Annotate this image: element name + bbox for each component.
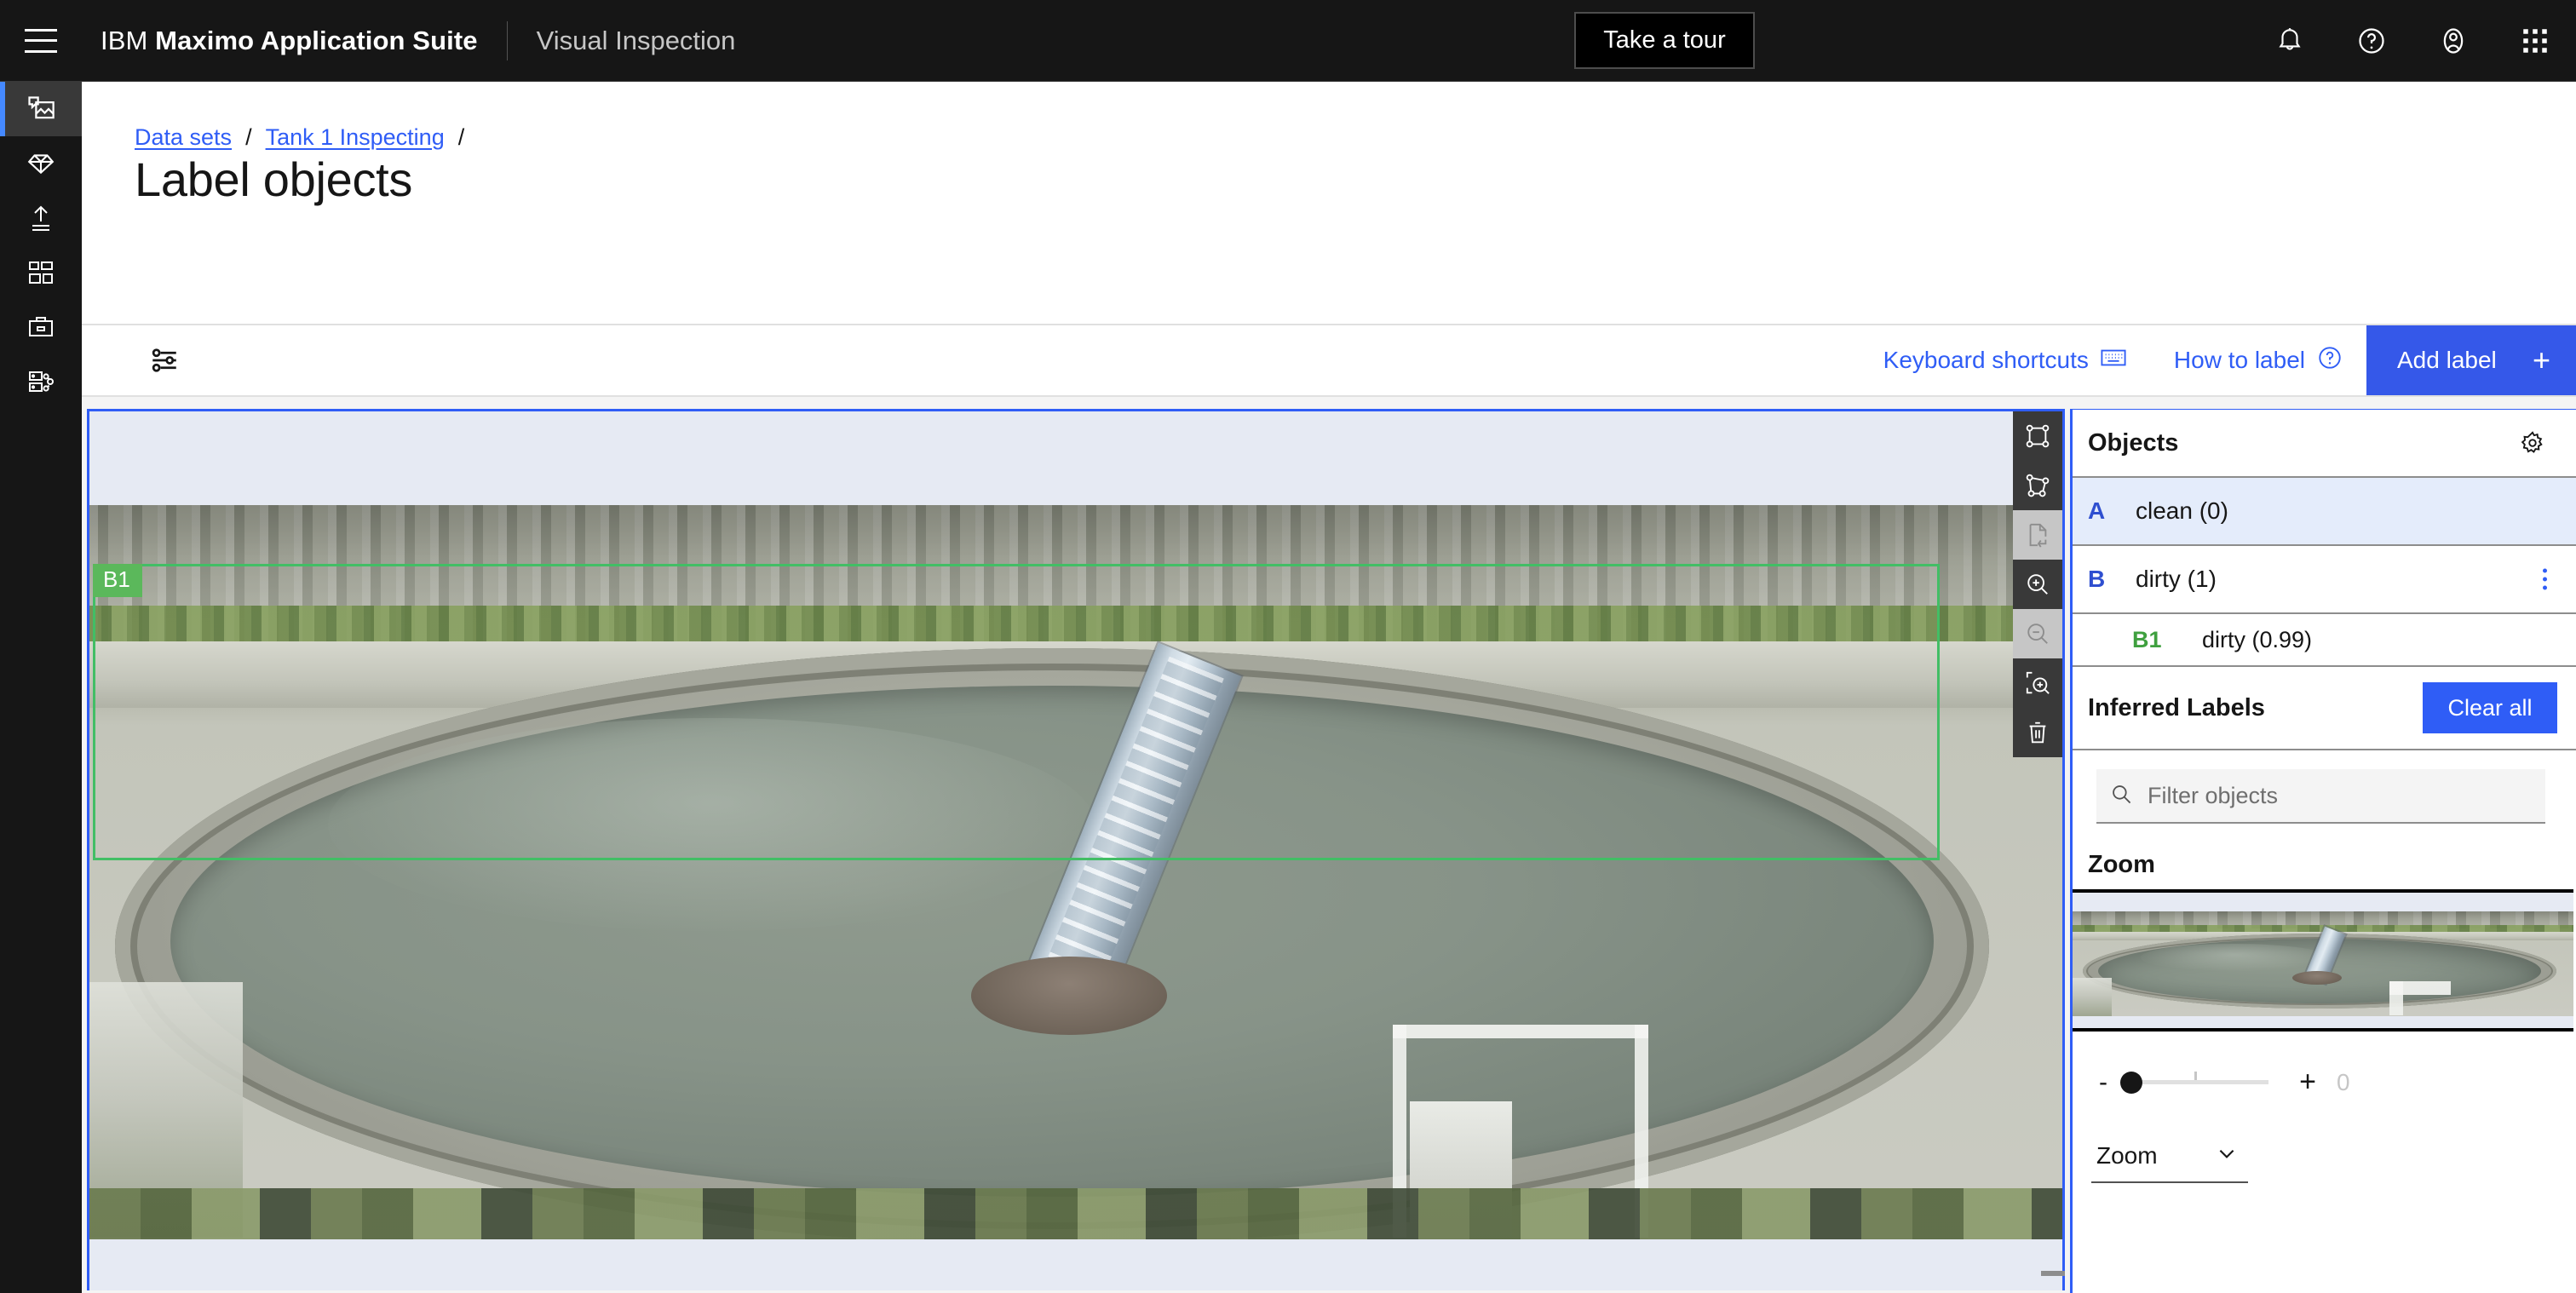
gear-icon[interactable] <box>2520 430 2545 456</box>
keyboard-icon <box>2101 347 2126 374</box>
zoom-select-label: Zoom <box>2096 1142 2158 1169</box>
object-subrow-B1[interactable]: B1 dirty (0.99) <box>2073 614 2576 665</box>
sliders-icon[interactable] <box>133 329 196 392</box>
briefcase-icon <box>27 313 55 341</box>
polygon-tool[interactable] <box>2013 461 2062 510</box>
zoom-section-title: Zoom <box>2088 851 2155 878</box>
breadcrumb-item-data-sets[interactable]: Data sets <box>135 124 232 151</box>
breadcrumb-separator-1: / <box>245 124 252 150</box>
help-icon[interactable] <box>2331 0 2412 82</box>
delete-tool[interactable] <box>2013 708 2062 757</box>
notification-bell-icon[interactable] <box>2249 0 2331 82</box>
object-key-B: B <box>2088 566 2106 592</box>
inferred-labels-title: Inferred Labels <box>2088 693 2265 721</box>
objects-title: Objects <box>2088 428 2179 457</box>
diamond-icon <box>26 149 55 178</box>
zoom-in-button[interactable]: + <box>2291 1066 2325 1099</box>
breadcrumb-separator-2: / <box>457 124 465 150</box>
filter-objects-wrapper <box>2073 750 2576 824</box>
zoom-value: 0 <box>2337 1068 2350 1095</box>
label-toolbar: Keyboard shortcuts How to label Add labe… <box>82 324 2576 397</box>
zoom-select[interactable]: Zoom <box>2091 1130 2248 1183</box>
object-key-A: A <box>2088 497 2106 524</box>
user-avatar-icon[interactable] <box>2412 0 2494 82</box>
breadcrumb-item-tank-1-inspecting[interactable]: Tank 1 Inspecting <box>266 124 445 151</box>
zoom-slider[interactable] <box>2120 1070 2268 1095</box>
objects-panel: Objects A clean (0) B dirty (1) B1 dirty… <box>2070 409 2576 1293</box>
app-switcher-icon[interactable] <box>2494 0 2576 82</box>
label-workspace: B1 Objects A clean (0) B dirty (1) B1 di… <box>82 397 2576 1293</box>
zoom-in-tool[interactable] <box>2013 560 2062 609</box>
zoom-controls: - + 0 <box>2073 1066 2573 1099</box>
horizontal-scrollbar[interactable] <box>2041 1271 2065 1276</box>
sidebar-item-models[interactable] <box>0 136 82 191</box>
left-sidebar <box>0 82 82 1293</box>
zoom-out-button[interactable]: - <box>2091 1068 2115 1097</box>
object-label-B1: dirty (0.99) <box>2202 626 2313 652</box>
zoom-slider-track <box>2125 1080 2268 1084</box>
zoom-out-tool <box>2013 609 2062 658</box>
add-label-button[interactable]: Add label + <box>2366 325 2576 395</box>
keyboard-shortcuts-link[interactable]: Keyboard shortcuts <box>1860 325 2150 395</box>
header-divider <box>506 20 508 60</box>
help-circle-icon <box>2317 345 2343 376</box>
object-row-clean[interactable]: A clean (0) <box>2073 478 2576 544</box>
take-a-tour-button[interactable]: Take a tour <box>1574 12 1755 69</box>
object-key-B1: B1 <box>2132 626 2162 652</box>
objects-panel-header: Objects <box>2073 410 2576 476</box>
sidebar-item-projects[interactable] <box>0 300 82 354</box>
header-actions <box>2249 0 2576 82</box>
undo-tool <box>2013 510 2062 560</box>
sidebar-item-deploy[interactable] <box>0 191 82 245</box>
keyboard-shortcuts-label: Keyboard shortcuts <box>1883 347 2089 373</box>
canvas-toolbar <box>2013 411 2062 757</box>
filter-objects-field[interactable] <box>2096 769 2545 824</box>
app-header: IBM Maximo Application Suite Visual Insp… <box>0 0 2576 82</box>
zoom-thumbnail[interactable] <box>2073 889 2573 1032</box>
breadcrumb: Data sets / Tank 1 Inspecting / <box>135 124 478 151</box>
zoom-slider-tick <box>2194 1071 2197 1080</box>
how-to-label-link[interactable]: How to label <box>2150 325 2366 395</box>
source-image <box>89 505 2062 1239</box>
overflow-menu-icon[interactable] <box>2543 568 2547 590</box>
search-icon <box>2110 783 2132 809</box>
main-region: Data sets / Tank 1 Inspecting / Label ob… <box>82 82 2576 1293</box>
data-share-icon <box>27 368 55 395</box>
sidebar-item-data-share[interactable] <box>0 354 82 409</box>
add-label-label: Add label <box>2397 347 2497 373</box>
zoom-to-selection-tool[interactable] <box>2013 658 2062 708</box>
image-label-icon <box>26 94 56 124</box>
brand-title: IBM Maximo Application Suite <box>82 26 478 56</box>
object-label-clean: clean (0) <box>2136 497 2228 524</box>
brand-prefix: IBM <box>101 25 148 55</box>
brand-name: Maximo Application Suite <box>155 25 478 55</box>
inferred-labels-header: Inferred Labels Clear all <box>2073 667 2576 749</box>
chevron-down-icon <box>2216 1142 2238 1170</box>
upload-icon <box>27 204 55 232</box>
grid-icon <box>27 259 55 286</box>
bounding-box-tool[interactable] <box>2013 411 2062 461</box>
zoom-slider-knob[interactable] <box>2120 1071 2142 1094</box>
object-row-dirty[interactable]: B dirty (1) <box>2073 546 2576 612</box>
hamburger-icon[interactable] <box>0 0 82 82</box>
filter-objects-input[interactable] <box>2148 782 2437 809</box>
product-name: Visual Inspection <box>536 25 736 55</box>
page-title: Label objects <box>135 152 413 206</box>
how-to-label-label: How to label <box>2173 347 2305 373</box>
toolbar-actions: Keyboard shortcuts How to label Add labe… <box>1860 325 2576 395</box>
clear-all-button[interactable]: Clear all <box>2423 682 2557 733</box>
plus-icon: + <box>2532 342 2550 377</box>
object-label-dirty: dirty (1) <box>2136 566 2217 592</box>
sidebar-item-data-sets[interactable] <box>0 82 82 136</box>
image-canvas[interactable]: B1 <box>87 409 2065 1290</box>
thumbnail-image <box>2073 911 2573 1016</box>
sidebar-item-dashboard[interactable] <box>0 245 82 300</box>
